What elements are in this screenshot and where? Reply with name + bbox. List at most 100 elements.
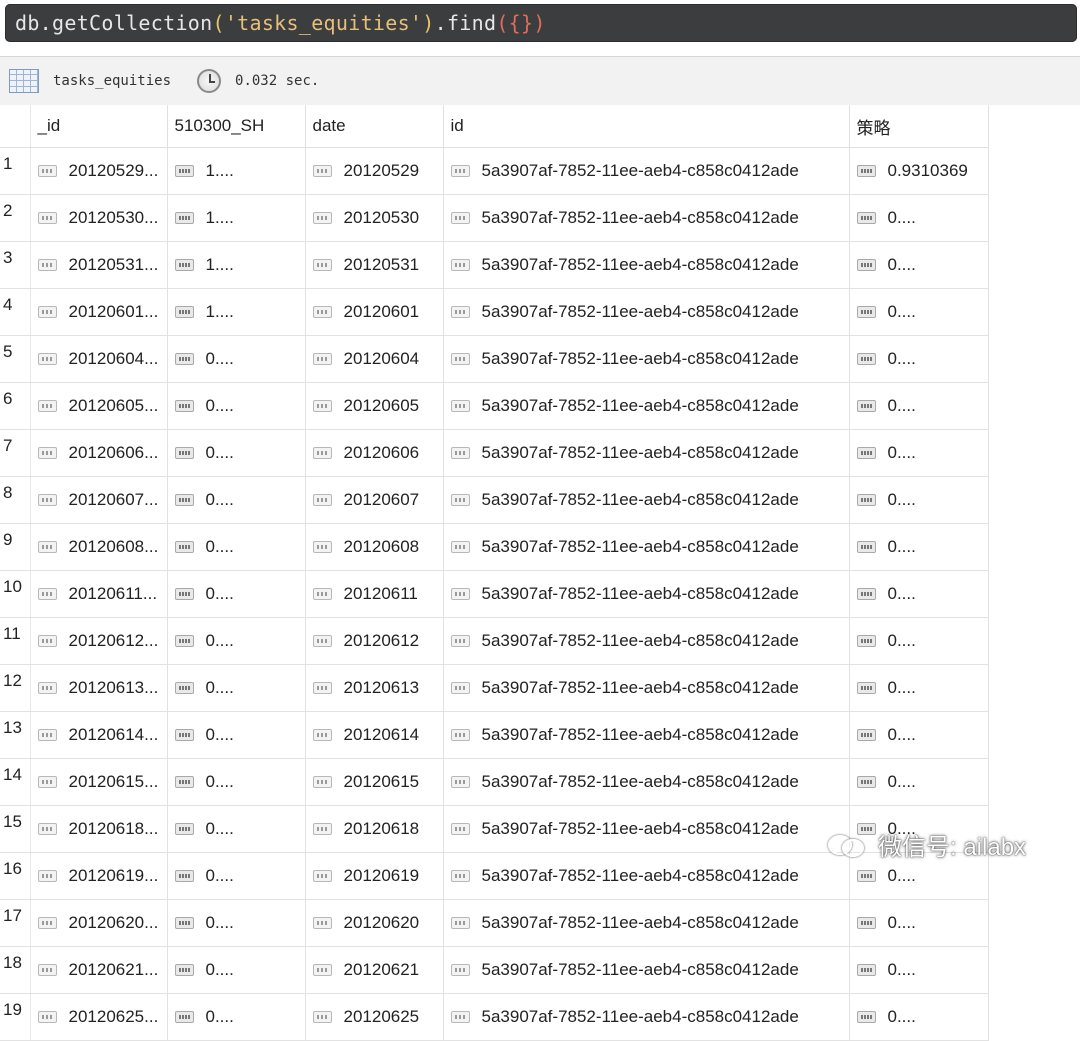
table-row[interactable]: 6 20120605... 0.... 20120605 5a3907af-7852-1… (0, 382, 1080, 430)
table-row[interactable]: 10 20120611... 0.... 20120611 5a3907af-7852-… (0, 570, 1080, 618)
table-cell[interactable]: 0.... (849, 570, 989, 618)
table-cell[interactable]: 20120615 (305, 758, 444, 806)
table-cell[interactable]: 20120529 (305, 147, 444, 195)
table-cell[interactable]: 5a3907af-7852-11ee-aeb4-c858c0412ade (443, 382, 850, 430)
table-cell[interactable]: 5a3907af-7852-11ee-aeb4-c858c0412ade (443, 241, 850, 289)
table-cell[interactable]: 5a3907af-7852-11ee-aeb4-c858c0412ade (443, 899, 850, 947)
column-header[interactable]: 策略 (849, 105, 989, 148)
table-cell[interactable]: 0.... (167, 758, 306, 806)
table-cell[interactable]: 5a3907af-7852-11ee-aeb4-c858c0412ade (443, 194, 850, 242)
table-row[interactable]: 8 20120607... 0.... 20120607 5a3907af-7852-1… (0, 476, 1080, 524)
table-cell[interactable]: 20120618... (30, 805, 168, 853)
table-cell[interactable]: 1.... (167, 194, 306, 242)
table-cell[interactable]: 20120606... (30, 429, 168, 477)
table-cell[interactable]: 0.... (849, 241, 989, 289)
table-cell[interactable]: 20120621... (30, 946, 168, 994)
table-cell[interactable]: 20120613 (305, 664, 444, 712)
table-cell[interactable]: 0.... (167, 429, 306, 477)
table-cell[interactable]: 0.... (167, 476, 306, 524)
table-cell[interactable]: 0.... (167, 570, 306, 618)
table-row[interactable]: 13 20120614... 0.... 20120614 5a3907af-7852-… (0, 711, 1080, 759)
table-cell[interactable]: 20120607 (305, 476, 444, 524)
table-row[interactable]: 5 20120604... 0.... 20120604 5a3907af-7852-1… (0, 335, 1080, 383)
table-cell[interactable]: 0.... (167, 852, 306, 900)
table-cell[interactable]: 20120608 (305, 523, 444, 571)
table-cell[interactable]: 20120605... (30, 382, 168, 430)
table-cell[interactable]: 0.... (849, 899, 989, 947)
table-row[interactable]: 9 20120608... 0.... 20120608 5a3907af-7852-1… (0, 523, 1080, 571)
table-row[interactable]: 2 20120530... 1.... 20120530 5a3907af-7852-1… (0, 194, 1080, 242)
table-cell[interactable]: 0.... (167, 711, 306, 759)
table-row[interactable]: 4 20120601... 1.... 20120601 5a3907af-7852-1… (0, 288, 1080, 336)
table-cell[interactable]: 5a3907af-7852-11ee-aeb4-c858c0412ade (443, 805, 850, 853)
table-cell[interactable]: 1.... (167, 147, 306, 195)
table-cell[interactable]: 0.... (849, 758, 989, 806)
table-cell[interactable]: 20120601 (305, 288, 444, 336)
table-cell[interactable]: 5a3907af-7852-11ee-aeb4-c858c0412ade (443, 664, 850, 712)
table-row[interactable]: 11 20120612... 0.... 20120612 5a3907af-7852-… (0, 617, 1080, 665)
table-cell[interactable]: 5a3907af-7852-11ee-aeb4-c858c0412ade (443, 946, 850, 994)
table-cell[interactable]: 0.9310369 (849, 147, 989, 195)
table-cell[interactable]: 0.... (167, 899, 306, 947)
table-cell[interactable]: 0.... (167, 664, 306, 712)
table-cell[interactable]: 20120611 (305, 570, 444, 618)
table-cell[interactable]: 20120620... (30, 899, 168, 947)
table-cell[interactable]: 20120620 (305, 899, 444, 947)
column-header[interactable]: id (443, 105, 850, 148)
table-cell[interactable]: 0.... (167, 946, 306, 994)
table-cell[interactable]: 0.... (849, 194, 989, 242)
table-cell[interactable]: 5a3907af-7852-11ee-aeb4-c858c0412ade (443, 617, 850, 665)
table-cell[interactable]: 20120611... (30, 570, 168, 618)
table-cell[interactable]: 20120531 (305, 241, 444, 289)
table-cell[interactable]: 0.... (849, 993, 989, 1041)
table-cell[interactable]: 5a3907af-7852-11ee-aeb4-c858c0412ade (443, 758, 850, 806)
table-cell[interactable]: 1.... (167, 241, 306, 289)
table-cell[interactable]: 20120612... (30, 617, 168, 665)
table-cell[interactable]: 5a3907af-7852-11ee-aeb4-c858c0412ade (443, 711, 850, 759)
table-cell[interactable]: 20120625 (305, 993, 444, 1041)
table-cell[interactable]: 5a3907af-7852-11ee-aeb4-c858c0412ade (443, 429, 850, 477)
table-cell[interactable]: 20120625... (30, 993, 168, 1041)
table-cell[interactable]: 20120531... (30, 241, 168, 289)
table-row[interactable]: 1 20120529... 1.... 20120529 5a3907af-7852-1… (0, 147, 1080, 195)
table-cell[interactable]: 0.... (167, 382, 306, 430)
table-cell[interactable]: 20120605 (305, 382, 444, 430)
table-cell[interactable]: 20120529... (30, 147, 168, 195)
table-row[interactable]: 18 20120621... 0.... 20120621 5a3907af-7852-… (0, 946, 1080, 994)
table-cell[interactable]: 0.... (849, 711, 989, 759)
table-cell[interactable]: 20120621 (305, 946, 444, 994)
table-cell[interactable]: 5a3907af-7852-11ee-aeb4-c858c0412ade (443, 852, 850, 900)
table-cell[interactable]: 0.... (167, 617, 306, 665)
table-cell[interactable]: 20120615... (30, 758, 168, 806)
table-row[interactable]: 19 20120625... 0.... 20120625 5a3907af-7852-… (0, 993, 1080, 1041)
table-cell[interactable]: 20120601... (30, 288, 168, 336)
table-cell[interactable]: 0.... (849, 617, 989, 665)
table-cell[interactable]: 20120614 (305, 711, 444, 759)
table-cell[interactable]: 5a3907af-7852-11ee-aeb4-c858c0412ade (443, 993, 850, 1041)
table-cell[interactable]: 5a3907af-7852-11ee-aeb4-c858c0412ade (443, 476, 850, 524)
table-cell[interactable]: 0.... (849, 664, 989, 712)
table-cell[interactable]: 20120614... (30, 711, 168, 759)
table-cell[interactable]: 20120619... (30, 852, 168, 900)
table-cell[interactable]: 5a3907af-7852-11ee-aeb4-c858c0412ade (443, 288, 850, 336)
table-cell[interactable]: 20120604... (30, 335, 168, 383)
table-cell[interactable]: 20120530 (305, 194, 444, 242)
table-row[interactable]: 17 20120620... 0.... 20120620 5a3907af-7852-… (0, 899, 1080, 947)
table-cell[interactable]: 1.... (167, 288, 306, 336)
table-cell[interactable]: 20120608... (30, 523, 168, 571)
table-cell[interactable]: 5a3907af-7852-11ee-aeb4-c858c0412ade (443, 147, 850, 195)
table-cell[interactable]: 5a3907af-7852-11ee-aeb4-c858c0412ade (443, 335, 850, 383)
table-cell[interactable]: 0.... (849, 429, 989, 477)
table-cell[interactable]: 0.... (167, 805, 306, 853)
table-cell[interactable]: 0.... (849, 946, 989, 994)
table-cell[interactable]: 0.... (849, 335, 989, 383)
table-cell[interactable]: 20120530... (30, 194, 168, 242)
query-editor[interactable]: db.getCollection('tasks_equities').find(… (5, 4, 1077, 42)
table-row[interactable]: 7 20120606... 0.... 20120606 5a3907af-7852-1… (0, 429, 1080, 477)
query-text[interactable]: db.getCollection('tasks_equities').find(… (5, 11, 546, 35)
table-cell[interactable]: 20120619 (305, 852, 444, 900)
column-header[interactable]: 510300_SH (167, 105, 306, 148)
table-cell[interactable]: 0.... (849, 382, 989, 430)
table-cell[interactable]: 0.... (849, 476, 989, 524)
table-row[interactable]: 14 20120615... 0.... 20120615 5a3907af-7852-… (0, 758, 1080, 806)
